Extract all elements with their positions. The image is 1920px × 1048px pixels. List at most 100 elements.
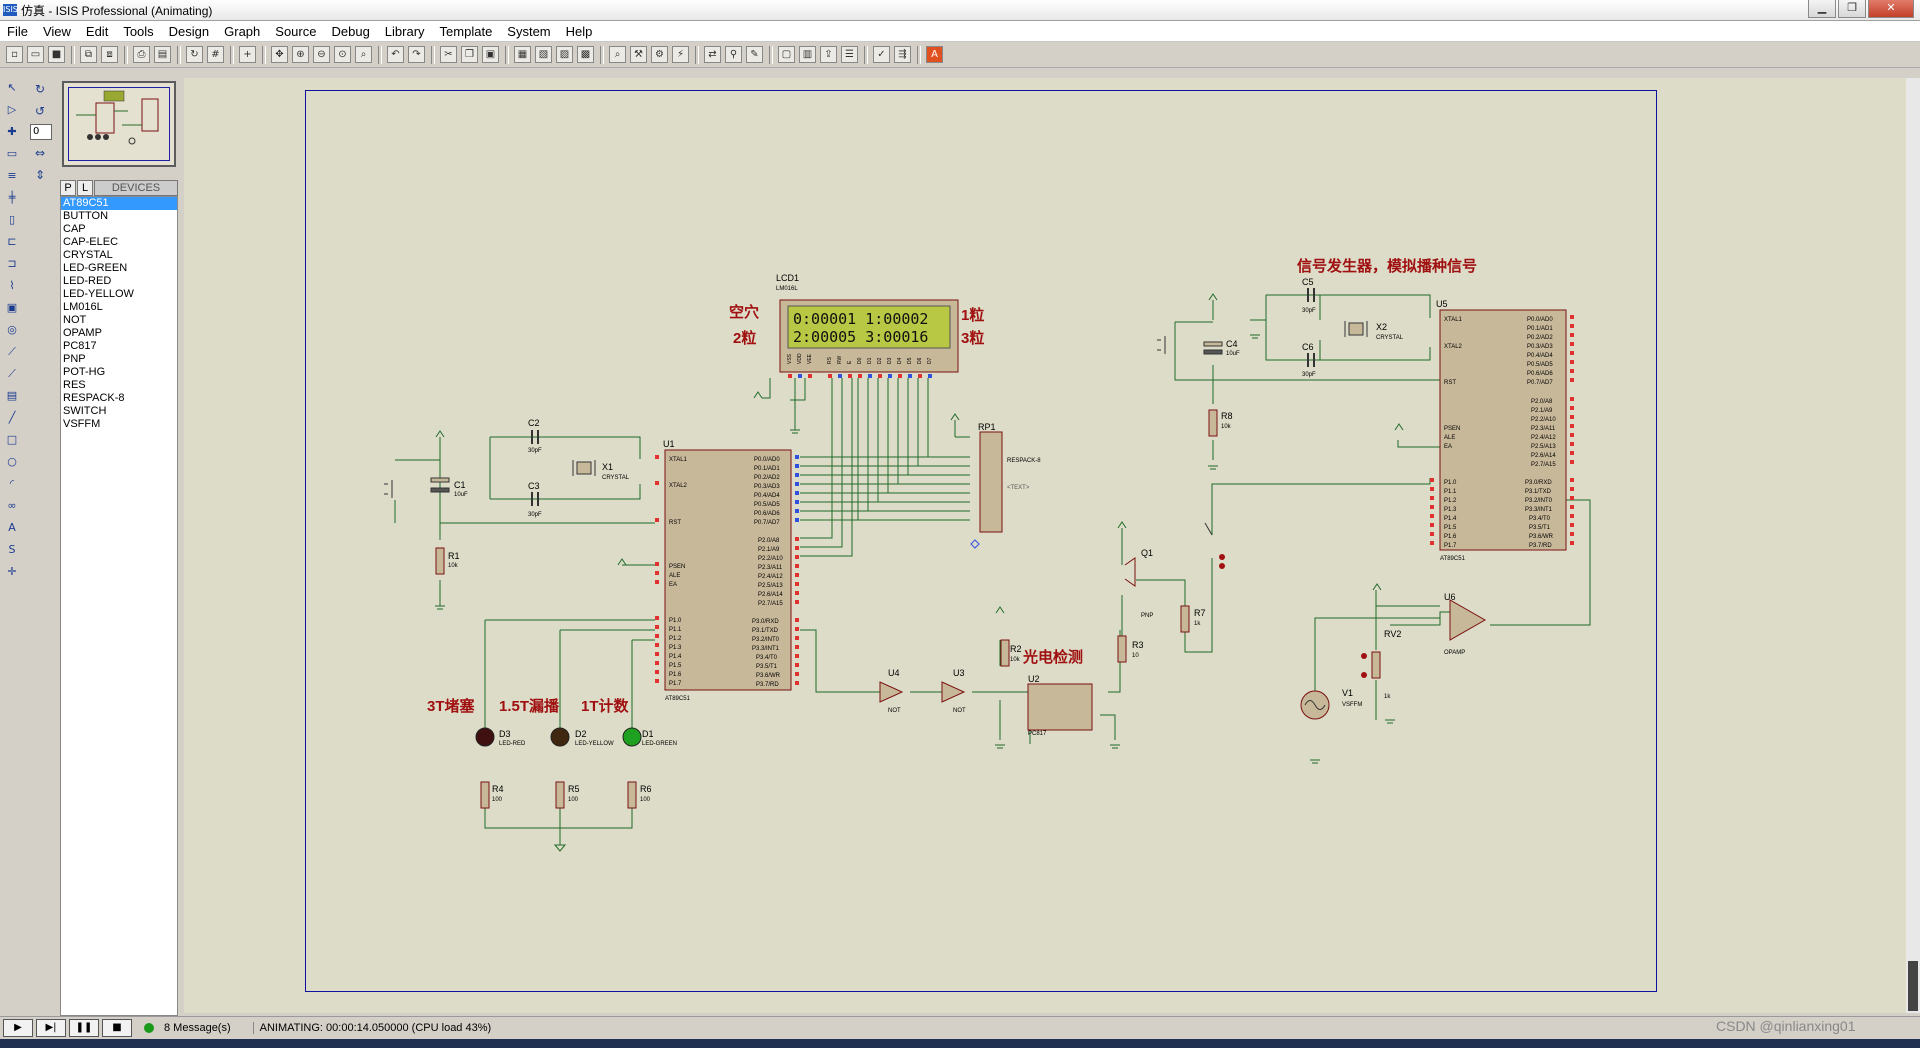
c5-value: 30pF <box>1302 308 1316 314</box>
status-ok-icon <box>144 1023 154 1033</box>
d3-led-red[interactable] <box>475 727 495 747</box>
u5-pin-p01: P0.1/AD1 <box>1527 326 1553 332</box>
u1-pin-p25: P2.5/A13 <box>758 583 783 589</box>
u1-pin-p01: P0.1/AD1 <box>754 466 780 472</box>
rp1-ref: RP1 <box>978 422 996 432</box>
r1-resistor[interactable] <box>435 547 445 575</box>
u5-pin-p24: P2.4/A12 <box>1531 435 1556 441</box>
r8-ref: R8 <box>1221 411 1233 421</box>
u5-pin-p35: P3.5/T1 <box>1529 525 1551 531</box>
lcd-part: LM016L <box>776 286 798 292</box>
r7-value: 1k <box>1194 621 1201 627</box>
messages-indicator[interactable]: 8 Message(s) <box>144 1022 231 1034</box>
stop-button[interactable]: ■ <box>102 1019 132 1037</box>
u1-pin-p30: P3.0/RXD <box>752 619 779 625</box>
c4-capacitor[interactable] <box>1203 341 1223 347</box>
switch-icon[interactable] <box>1204 522 1213 536</box>
u1-pin-p26: P2.6/A14 <box>758 592 783 598</box>
u3-ref: U3 <box>953 668 965 678</box>
u2-optocoupler[interactable] <box>1027 683 1093 731</box>
x2-ref: X2 <box>1376 322 1387 332</box>
u5-pin-p37: P3.7/RD <box>1529 543 1552 549</box>
r8-resistor[interactable] <box>1208 409 1218 437</box>
u5-pin-p23: P2.3/A11 <box>1531 426 1556 432</box>
u5-pin-p26: P2.6/A14 <box>1531 453 1556 459</box>
q1-transistor[interactable] <box>1124 557 1136 587</box>
d2-led-yellow[interactable] <box>550 727 570 747</box>
x2-crystal[interactable] <box>1348 322 1364 336</box>
c1-capacitor[interactable] <box>430 477 450 483</box>
u5-pin-ale: ALE <box>1444 435 1455 441</box>
u1-pin-p16: P1.6 <box>669 672 682 678</box>
r7-ref: R7 <box>1194 608 1206 618</box>
u3-not-gate[interactable] <box>941 681 966 703</box>
d2-ref: D2 <box>575 729 587 739</box>
u5-pin-p22: P2.2/A10 <box>1531 417 1556 423</box>
q1-ref: Q1 <box>1141 548 1153 558</box>
u1-pin-p20: P2.0/A8 <box>758 538 780 544</box>
u1-pin-p02: P0.2/AD2 <box>754 475 780 481</box>
rv2-potentiometer[interactable] <box>1371 651 1381 679</box>
lcd-pin-d6: D6 <box>917 357 923 364</box>
r4-resistor[interactable] <box>480 781 490 809</box>
u5-pin-p14: P1.4 <box>1444 516 1457 522</box>
r5-value: 100 <box>568 797 579 803</box>
os-taskbar <box>0 1039 1920 1048</box>
u4-part: NOT <box>888 708 901 714</box>
c5-ref: C5 <box>1302 277 1314 287</box>
u1-pin-p03: P0.3/AD3 <box>754 484 780 490</box>
lcd-pin-d5: D5 <box>907 357 913 364</box>
rp1-respack[interactable] <box>979 431 1003 533</box>
r4-ref: R4 <box>492 784 504 794</box>
r6-resistor[interactable] <box>627 781 637 809</box>
u1-pin-p10: P1.0 <box>669 618 682 624</box>
c4-ref: C4 <box>1226 339 1238 349</box>
d1-led-green[interactable] <box>622 727 642 747</box>
u1-part: AT89C51 <box>665 696 691 702</box>
r3-ref: R3 <box>1132 640 1144 650</box>
switch-contact-dot <box>1219 563 1225 569</box>
label-signal-generator: 信号发生器，模拟播种信号 <box>1297 257 1477 275</box>
u5-pin-p03: P0.3/AD3 <box>1527 344 1553 350</box>
u5-pin-p31: P3.1/TXD <box>1525 489 1552 495</box>
u1-pin-p07: P0.7/AD7 <box>754 520 780 526</box>
r3-resistor[interactable] <box>1117 635 1127 663</box>
switch-contact-dot <box>1219 554 1225 560</box>
u4-not-gate[interactable] <box>879 681 904 703</box>
u5-pin-p21: P2.1/A9 <box>1531 408 1553 414</box>
reset-button-left[interactable] <box>384 480 393 498</box>
u2-ref: U2 <box>1028 674 1040 684</box>
label-liang1: 1粒 <box>961 306 984 324</box>
u1-pin-p06: P0.6/AD6 <box>754 511 780 517</box>
lcd-line-1: 0:00001 1:00002 <box>793 310 928 328</box>
pause-button[interactable]: ❚❚ <box>69 1019 99 1037</box>
r6-value: 100 <box>640 797 651 803</box>
x2-part: CRYSTAL <box>1376 335 1404 341</box>
u6-opamp[interactable] <box>1449 599 1487 641</box>
label-liang3: 3粒 <box>961 329 984 347</box>
u1-pin-p37: P3.7/RD <box>756 682 779 688</box>
u1-pin-xtal2: XTAL2 <box>669 483 688 489</box>
c3-value: 30pF <box>528 512 542 518</box>
u1-pin-p34: P3.4/T0 <box>756 655 778 661</box>
u5-pin-p10: P1.0 <box>1444 480 1457 486</box>
r5-ref: R5 <box>568 784 580 794</box>
play-button[interactable]: ▶ <box>3 1019 33 1037</box>
u1-ref: U1 <box>663 439 675 449</box>
u1-pin-p35: P3.5/T1 <box>756 664 778 670</box>
u5-pin-p15: P1.5 <box>1444 525 1457 531</box>
messages-count: 8 Message(s) <box>164 1022 231 1034</box>
reset-button-right[interactable] <box>1157 336 1166 354</box>
x1-crystal[interactable] <box>576 461 592 475</box>
r7-resistor[interactable] <box>1180 605 1190 633</box>
u5-pin-p30: P3.0/RXD <box>1525 480 1552 486</box>
u5-pin-p07: P0.7/AD7 <box>1527 380 1553 386</box>
rp1-part: RESPACK-8 <box>1007 458 1041 464</box>
schematic-drawing: U1 AT89C51 XTAL1 XTAL2 RST PSEN ALE EA P… <box>384 257 1591 852</box>
label-d3-block: 3T堵塞 <box>427 697 476 715</box>
u5-part: AT89C51 <box>1440 556 1466 562</box>
r5-resistor[interactable] <box>555 781 565 809</box>
r2-resistor[interactable] <box>1000 639 1010 667</box>
step-button[interactable]: ▶| <box>36 1019 66 1037</box>
lcd-pin-d4: D4 <box>897 357 903 364</box>
